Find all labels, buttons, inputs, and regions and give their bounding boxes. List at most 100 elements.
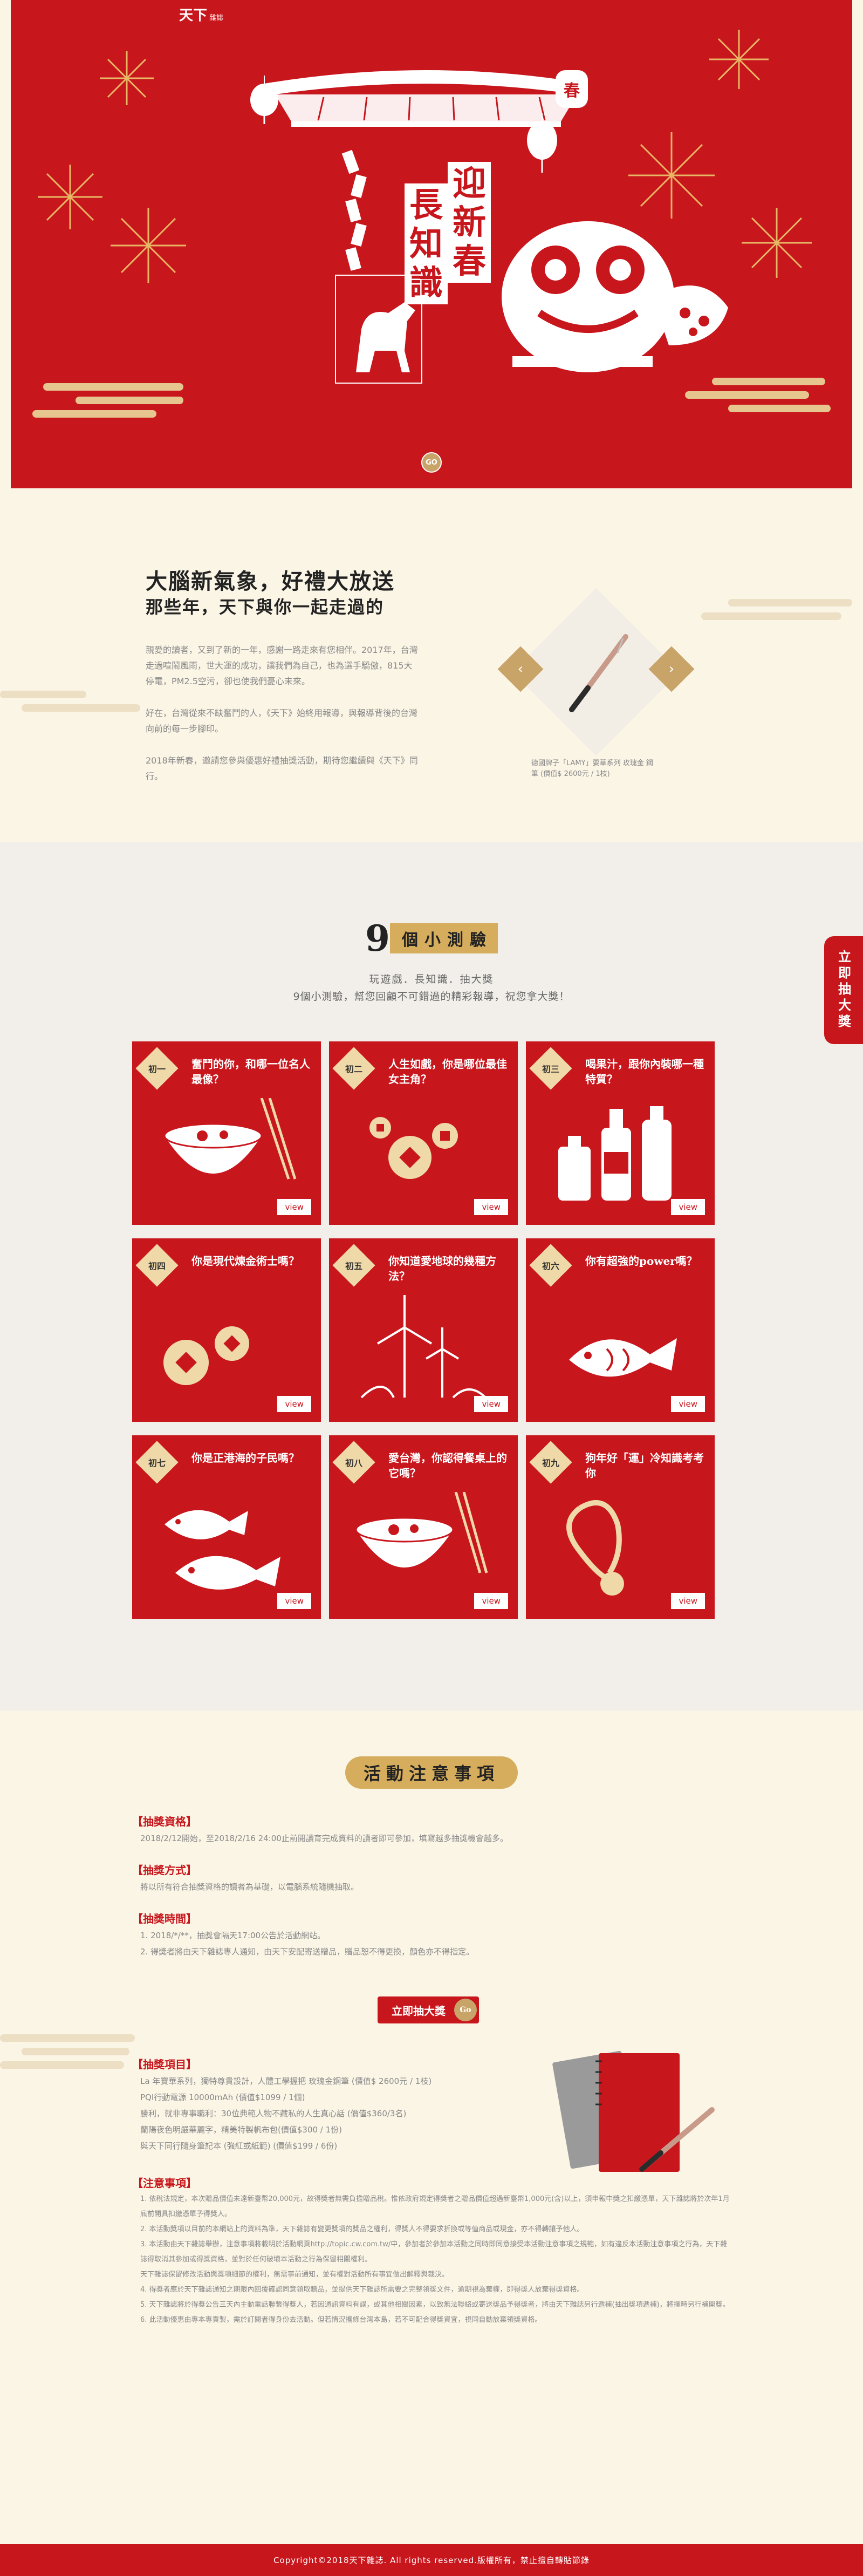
cloud-decoration: [22, 2048, 129, 2055]
prize-list: La 年寶華系列，獨特尊貴設計，人體工學握把 玫瑰金鋼筆 (價值$ 2600元 …: [140, 2076, 432, 2151]
time-heading: 【抽獎時間】: [132, 1912, 197, 1925]
view-button[interactable]: view: [277, 1396, 311, 1412]
quiz-card-8[interactable]: 初八 愛台灣，你認得餐桌上的它嗎？ view: [329, 1435, 518, 1619]
footer: Copyright©2018天下雜誌. All rights reserved.…: [0, 2544, 863, 2576]
lantern-icon: [250, 76, 278, 124]
medal-icon: [566, 1500, 624, 1596]
firework-icon: [100, 51, 154, 105]
intro-paragraph: 2018年新春，邀請您參與優惠好禮抽獎活動，期待您繼續與《天下》同行。: [146, 755, 418, 781]
view-button[interactable]: view: [671, 1593, 705, 1609]
day-badge: 初二: [332, 1047, 375, 1090]
quiz-question: 你是正港海的子民嗎？: [191, 1451, 299, 1464]
method-text: 將以所有符合抽獎資格的讀者為基礎，以電腦系統隨機抽取。: [140, 1882, 359, 1892]
quiz-question: 你是現代煉金術士嗎？: [191, 1255, 299, 1267]
firework-icon: [111, 208, 186, 283]
quiz-question: 奮鬥的你，和哪一位名人最像？: [191, 1058, 310, 1086]
quiz-card-6[interactable]: 初六 你有超強的power嗎？ view: [526, 1238, 715, 1422]
time-text: 1. 2018/*/**，抽獎會隔天17:00公告於活動網站。 2. 得獎者將由…: [140, 1931, 475, 1957]
view-button[interactable]: view: [474, 1396, 508, 1412]
hero-title-line2: 長知識: [405, 183, 448, 304]
lantern-icon: [527, 113, 557, 173]
rules-list: 1. 依稅法規定，本次贈品價值未達新臺幣20,000元，故得獎者無需負擔贈品稅。…: [140, 2195, 730, 2324]
prize-carousel: ‹ ›: [497, 588, 695, 756]
hero-title-line1: 迎新春: [448, 162, 491, 283]
day-badge: 初八: [332, 1441, 375, 1484]
quiz-question: 人生如戲，你是哪位最佳女主角？: [388, 1058, 507, 1086]
day-badge: 初一: [135, 1047, 179, 1090]
day-badge: 初七: [135, 1441, 179, 1484]
firework-icon: [709, 30, 769, 89]
intro-headline: 大腦新氣象，好禮大放送: [146, 569, 395, 594]
intro-paragraph: 好在，台灣從來不缺奮鬥的人，《天下》始終用報導，與報導背後的台灣向前的每一步腳印…: [146, 708, 418, 734]
lion-dance-illustration: [502, 221, 728, 372]
quiz-description: 9個小測驗，幫您回顧不可錯過的精彩報導，祝您拿大獎！: [293, 991, 570, 1003]
quiz-title-number: 9: [365, 917, 390, 959]
eligibility-text: 2018/2/12開始，至2018/2/16 24:00止前閱讀育完成資料的讀者…: [140, 1834, 508, 1843]
draw-now-side-tab[interactable]: 立即抽大獎: [824, 936, 863, 1044]
view-button[interactable]: view: [671, 1396, 705, 1412]
cloud-decoration: [32, 410, 156, 418]
cloud-decoration: [0, 691, 86, 698]
intro-body: 親愛的讀者，又到了新的一年，感謝一路走來有您相伴。2017年，台灣走過喧鬧風雨，…: [146, 642, 421, 800]
cloud-decoration: [76, 397, 183, 404]
chevron-right-icon: ›: [668, 661, 675, 677]
fish-icon: [569, 1338, 677, 1377]
cloud-decoration: [22, 704, 140, 712]
view-button[interactable]: view: [277, 1593, 311, 1609]
draw-now-button[interactable]: 立即抽大獎 Go: [378, 1996, 479, 2023]
intro-subheadline: 那些年，天下與你一起走過的: [146, 597, 385, 617]
cloud-decoration: [43, 383, 183, 391]
scroll-go-button[interactable]: GO: [421, 452, 442, 473]
cloud-decoration: [728, 599, 852, 606]
site-logo[interactable]: 天下 雜誌: [179, 4, 223, 24]
soup-bowl-icon: [355, 1492, 488, 1573]
quiz-title-ribbon: 個小測驗: [389, 923, 498, 953]
intro-section: 大腦新氣象，好禮大放送 那些年，天下與你一起走過的 親愛的讀者，又到了新的一年，…: [0, 513, 863, 842]
prize-list-heading: 【抽獎項目】: [132, 2058, 197, 2071]
quiz-card-7[interactable]: 初七 你是正港海的子民嗎？ view: [132, 1435, 321, 1619]
cloud-decoration: [728, 405, 831, 412]
lantern-icon: 春: [556, 70, 588, 108]
view-button[interactable]: view: [671, 1199, 705, 1215]
quiz-card-4[interactable]: 初四 你是現代煉金術士嗎？ view: [132, 1238, 321, 1422]
hero-red-panel: 天下 雜誌 春 迎新春 長知識: [11, 0, 852, 488]
prize-next-button[interactable]: ›: [648, 646, 695, 692]
notebook-prize-image: [552, 2050, 715, 2172]
quiz-card-5[interactable]: 初五 你知道愛地球的幾種方法？ view: [329, 1238, 518, 1422]
cloud-decoration: [685, 391, 809, 399]
soup-bowl-icon: [163, 1098, 297, 1180]
view-button[interactable]: view: [474, 1593, 508, 1609]
quiz-question: 你知道愛地球的幾種方法？: [388, 1255, 496, 1283]
cloud-decoration: [0, 2034, 135, 2042]
fountain-pen-image: [569, 634, 628, 712]
quiz-card-3[interactable]: 初三 喝果汁，跟你內裝哪一種特質？ view: [526, 1041, 715, 1225]
cloud-decoration: [712, 378, 825, 385]
quiz-card-1[interactable]: 初一 奮鬥的你，和哪一位名人最像？ view: [132, 1041, 321, 1225]
view-button[interactable]: view: [474, 1199, 508, 1215]
quiz-question: 愛台灣，你認得餐桌上的它嗎？: [388, 1451, 507, 1480]
quiz-question: 喝果汁，跟你內裝哪一種特質？: [585, 1058, 704, 1086]
prize-prev-button[interactable]: ‹: [497, 646, 544, 692]
notice-section: 活動注意事項 【抽獎資格】 2018/2/12開始，至2018/2/16 24:…: [0, 1710, 863, 2509]
quiz-card-2[interactable]: 初二 人生如戲，你是哪位最佳女主角？ view: [329, 1041, 518, 1225]
cloud-decoration: [0, 2061, 124, 2069]
view-button[interactable]: view: [277, 1199, 311, 1215]
intro-paragraph: 親愛的讀者，又到了新的一年，感謝一路走來有您相伴。2017年，台灣走過喧鬧風雨，…: [146, 645, 418, 686]
bottles-icon: [558, 1106, 672, 1201]
quiz-section: 9 個小測驗 玩遊戲．長知識．抽大獎 9個小測驗，幫您回顧不可錯過的精彩報導，祝您…: [0, 842, 863, 1710]
quiz-question: 狗年好「運」冷知識考考你: [585, 1451, 704, 1480]
day-badge: 初九: [529, 1441, 572, 1484]
firework-icon: [38, 165, 102, 229]
wind-turbine-icon: [360, 1295, 487, 1399]
cloud-decoration: [701, 612, 841, 620]
coins-icon: [369, 1117, 458, 1179]
chevron-left-icon: ‹: [517, 661, 524, 677]
eligibility-heading: 【抽獎資格】: [132, 1815, 197, 1828]
quiz-question: 你有超強的power嗎？: [585, 1255, 697, 1267]
fish-icon: [165, 1510, 280, 1590]
notice-title: 活動注意事項: [345, 1756, 518, 1789]
day-badge: 初六: [529, 1244, 572, 1287]
day-badge: 初四: [135, 1244, 179, 1287]
quiz-subtitle: 玩遊戲．長知識．抽大獎: [369, 973, 494, 985]
quiz-card-9[interactable]: 初九 狗年好「運」冷知識考考你 view: [526, 1435, 715, 1619]
